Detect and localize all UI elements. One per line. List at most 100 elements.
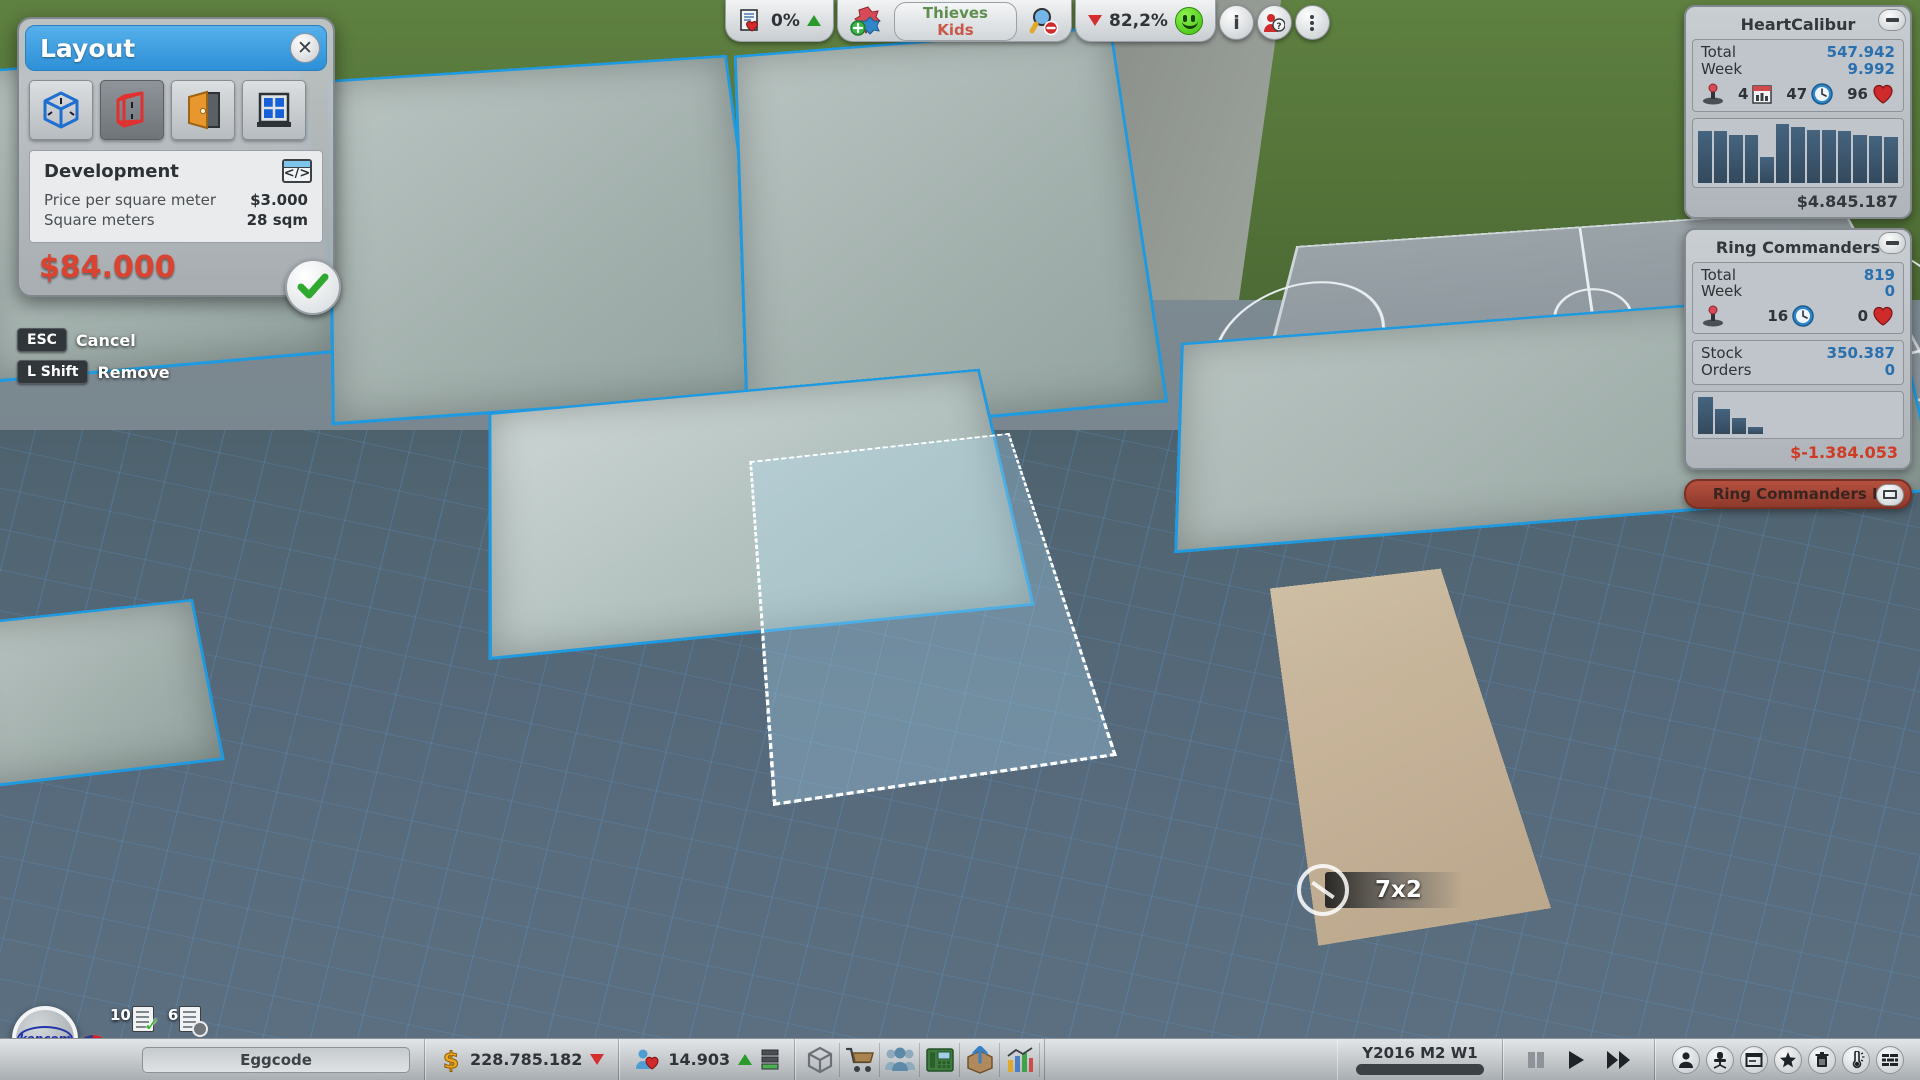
wall-button[interactable] [1876,1046,1904,1074]
delete-button[interactable] [1808,1046,1836,1074]
document-counters: 10 ✓ 6 [110,1006,201,1032]
stat-value: 9.992 [1848,61,1895,78]
fans-section[interactable]: 14.903 [619,1039,795,1080]
bottom-toolbar: Eggcode $ 228.785.182 14.903 Y2016 M2 W1 [0,1038,1920,1080]
panel-stats: Total 819 Week 0 16 0 [1692,262,1904,335]
stat-value: 547.942 [1827,44,1895,61]
research-indicator[interactable]: 0% [725,0,834,42]
play-button[interactable] [1558,1049,1594,1071]
hint-cancel-label: Cancel [76,331,136,350]
rating-stat: 4 [1738,83,1773,105]
person-icon [1677,1051,1695,1069]
panel-title: Ring Commanders [1692,236,1904,262]
stat-value: 0 [1885,283,1895,300]
stat-label: Week [1701,61,1742,78]
play-icon [1565,1049,1587,1071]
minimize-icon[interactable] [1878,9,1906,31]
stat-label: Total [1701,267,1736,284]
table-row: Square meters 28 sqm [44,210,308,230]
shopping-cart-icon [845,1046,875,1074]
time-stat: 47 [1786,82,1834,106]
money-section[interactable]: $ 228.785.182 [425,1039,619,1080]
right-tools-section [1655,1039,1920,1080]
fan-heart-icon [634,1048,660,1072]
joystick-icon [1701,83,1725,105]
shop-button[interactable] [840,1043,880,1077]
current-project-pill[interactable]: Thieves Kids [894,2,1017,42]
layout-panel[interactable]: Layout ✕ Development </> Price per squar… [17,17,335,297]
expand-room-tool[interactable] [29,80,93,140]
restore-icon[interactable] [1876,484,1904,506]
furniture-button[interactable] [1706,1046,1734,1074]
window-tool[interactable] [242,80,306,140]
top-hud: 0% Thieves Kids 82,2% i ? [725,0,1330,42]
door-tool[interactable] [171,80,235,140]
search-input[interactable]: Eggcode [142,1047,410,1073]
window-frame-icon [1745,1051,1763,1069]
panel-money: $4.845.187 [1692,188,1904,211]
panel-icon-stats: 16 0 [1701,304,1895,328]
window-icon [252,88,296,132]
chart-bar [1698,397,1713,433]
chart-bar [1729,135,1743,183]
panel-money: $-1.384.053 [1692,439,1904,462]
approved-contracts-counter[interactable]: 10 ✓ [110,1006,154,1032]
info-button[interactable]: i [1219,5,1254,40]
genre-stat [1701,83,1725,105]
decoration-button[interactable] [1740,1046,1768,1074]
time-stat: 16 [1767,304,1815,328]
research-percent: 0% [771,11,800,31]
price-per-sqm-value: $3.000 [250,191,308,209]
table-row: Price per square meter $3.000 [44,190,308,210]
panel-bar-chart [1692,391,1904,439]
climate-button[interactable] [1842,1046,1870,1074]
svg-text:?: ? [1277,22,1282,32]
genre-stat [1701,305,1725,327]
office-chair-icon [1711,1051,1729,1069]
fast-forward-button[interactable] [1598,1049,1640,1071]
stat-week: Week 9.992 [1701,61,1895,78]
pending-contracts-counter[interactable]: 6 [168,1006,201,1032]
statistics-button[interactable] [1000,1043,1040,1077]
panel-heartcalibur[interactable]: HeartCalibur Total 547.942 Week 9.992 4 … [1684,5,1912,219]
thermometer-icon [1847,1051,1865,1069]
staff-button[interactable] [880,1043,920,1077]
time-value: 16 [1767,307,1788,325]
fans-stat: 96 [1847,83,1895,105]
stat-total: Total 547.942 [1701,44,1895,61]
stat-label: Stock [1701,345,1743,362]
shipping-button[interactable] [960,1043,1000,1077]
minimize-icon[interactable] [1878,232,1906,254]
shrink-room-tool[interactable] [100,80,164,140]
panel-ring-commanders[interactable]: Ring Commanders Total 819 Week 0 16 0 St… [1684,228,1912,470]
panel-icon-stats: 4 47 96 [1701,82,1895,106]
code-window-icon[interactable]: </> [282,159,312,183]
employee-button[interactable] [1672,1046,1700,1074]
layout-panel-titlebar: Layout ✕ [25,25,327,71]
satisfaction-indicator[interactable]: 82,2% [1075,0,1216,42]
phone-button[interactable] [920,1043,960,1077]
box-arrow-up-icon [965,1046,995,1074]
chart-bar [1776,124,1790,182]
help-button[interactable]: ? [1257,5,1292,40]
stat-value: 350.387 [1827,345,1895,362]
chart-bar [1760,157,1774,182]
build-rooms-button[interactable] [800,1043,840,1077]
chart-bar [1698,131,1712,183]
panel-ring-commanders-2-collapsed[interactable]: Ring Commanders II [1684,479,1912,509]
rating-value: 4 [1738,85,1748,103]
confirm-button[interactable] [285,259,341,315]
room-size-label: 7x2 [1375,877,1422,903]
kebab-menu-button[interactable] [1295,5,1330,40]
time-value: 47 [1786,85,1807,103]
close-icon[interactable]: ✕ [290,33,320,63]
pause-button[interactable] [1518,1049,1554,1071]
chart-bar [1791,127,1805,183]
kebab-menu-icon [1303,14,1321,32]
favorites-button[interactable] [1774,1046,1802,1074]
square-meters-value: 28 sqm [247,211,308,229]
clock-icon [1810,82,1834,106]
fans-value: 14.903 [668,1050,730,1069]
trash-icon [1813,1051,1831,1069]
game-stats-panels: HeartCalibur Total 547.942 Week 9.992 4 … [1684,5,1912,509]
